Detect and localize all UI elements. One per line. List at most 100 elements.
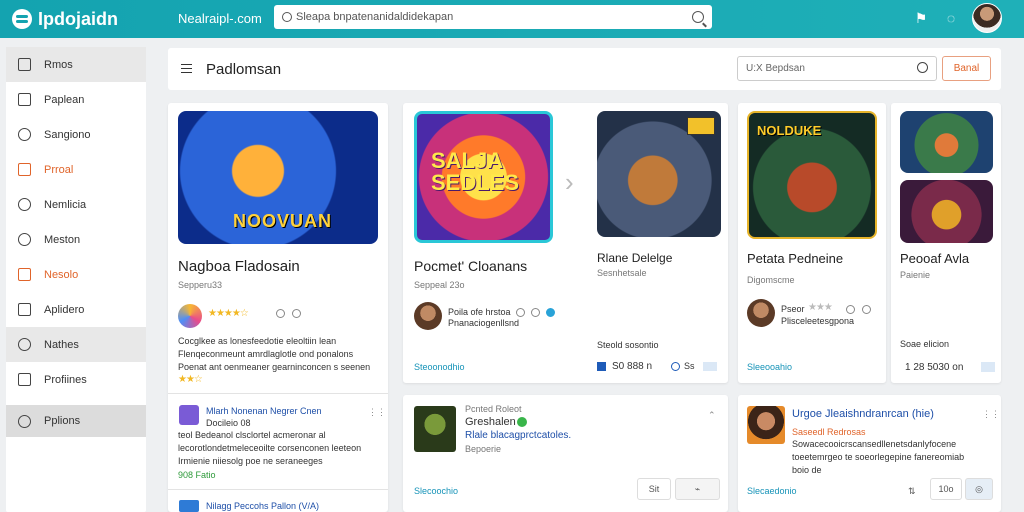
sidebar-item-profiines[interactable]: Profiines [6, 362, 146, 397]
game-card[interactable]: NOOVUAN Nagboa Fladosain Sepperu33 ★★★★☆… [168, 103, 388, 512]
sidebar-item-label: Pplions [44, 415, 81, 427]
info-icon[interactable] [671, 362, 680, 371]
info-icon[interactable] [846, 305, 855, 314]
card-description: Cocglkee as lonesfeedotie eleoltiin lean… [178, 336, 371, 372]
sidebar-item-label: Nathes [44, 338, 79, 351]
sidebar-item-nathes[interactable]: Nathes [6, 327, 146, 362]
list-app-icon [179, 500, 199, 512]
action-button[interactable]: Banal [942, 56, 991, 81]
sidebar-item-aplidero[interactable]: Aplidero [6, 292, 146, 327]
more-icon[interactable]: ⋮⋮ [368, 406, 386, 419]
card-title-2: Rlane Delelge [597, 251, 673, 265]
more-icon[interactable]: ⋮⋮ [982, 408, 1000, 421]
count-button[interactable]: 10o [930, 478, 962, 500]
sidebar-item-label: Nemlicia [44, 198, 87, 211]
link-icon[interactable] [703, 362, 717, 371]
sidebar-item-rmos[interactable]: Rmos [6, 47, 146, 82]
info-icon[interactable] [516, 308, 525, 317]
filter-placeholder: U:X Bepdsan [746, 63, 805, 74]
sidebar-item-label: Profiines [44, 373, 87, 386]
game-art[interactable] [900, 111, 993, 173]
game-card[interactable]: Pcnted Roleot Greshalen Rlale blacagprct… [403, 395, 728, 512]
clock-icon [18, 198, 31, 211]
card-title: Urgoe Jleaishndranrcan (hie) [792, 408, 934, 420]
publisher-avatar [747, 299, 775, 327]
circle-icon [18, 128, 31, 141]
search-icon[interactable] [692, 11, 704, 23]
chevron-up-icon[interactable]: ⌃ [708, 409, 716, 422]
game-art[interactable]: NOLDUKE [747, 111, 877, 239]
sidebar-item-meston[interactable]: Meston [6, 222, 146, 257]
card-subtitle: Sepperu33 [178, 280, 223, 290]
avatar[interactable] [972, 3, 1002, 33]
rating-stars: ★★★★☆ [208, 308, 249, 319]
file-icon [18, 373, 31, 386]
logo-icon [12, 9, 32, 29]
game-logo-text: NOLDUKE [757, 123, 822, 138]
card-description: Rlale blacagprctcatoles. [465, 430, 572, 441]
chat-icon [18, 338, 31, 351]
card-title: Petata Pedneine [747, 251, 844, 266]
sidebar-item-paplean[interactable]: Paplean [6, 82, 146, 117]
card-small-text: Soae elicion [900, 339, 950, 349]
status-icon[interactable] [546, 308, 555, 317]
game-art[interactable] [597, 111, 721, 237]
sidebar-item-label: Aplidero [44, 303, 85, 316]
app-logo[interactable]: Ipdojaidn [12, 7, 118, 31]
square-icon [18, 58, 31, 71]
chevron-right-icon[interactable]: › [565, 167, 574, 198]
game-card[interactable]: Urgoe Jleaishndranrcan (hie) ⋮⋮ Saseedl … [738, 395, 1001, 512]
price: S0 888 n [612, 361, 653, 372]
action-button[interactable]: ⌁ [675, 478, 720, 500]
card-link[interactable]: Slecaedonio [747, 486, 797, 496]
publisher-meta: Plisceleetesgpona [781, 316, 855, 326]
sidebar-item-prroal[interactable]: Prroal [6, 152, 146, 187]
mini-stars: ★★☆ [178, 374, 203, 385]
card-link[interactable]: Slecoochio [414, 486, 458, 496]
page-header: Padlomsan U:X Bepdsan Banal [168, 48, 1001, 90]
game-card[interactable]: SALJA SEDLES › Pocmet' Cloanans Seppeal 2… [403, 103, 728, 383]
notification-icon[interactable]: ⚑ [912, 9, 930, 27]
game-art[interactable]: NOOVUAN [178, 111, 378, 244]
sidebar-item-nemlicia[interactable]: Nemlicia [6, 187, 146, 222]
card-link[interactable]: Steoonodhio [414, 362, 465, 372]
list-description: teol Bedeanol clsclortel acmeronar al le… [178, 430, 362, 466]
search-icon[interactable] [917, 62, 928, 73]
search-input[interactable]: Sleapa bnpatenanidaldidekapan [296, 11, 692, 23]
filter-input[interactable]: U:X Bepdsan [737, 56, 937, 81]
card-link[interactable]: Sleeooahio [747, 362, 792, 372]
help-icon[interactable] [531, 308, 540, 317]
search-bar[interactable]: Sleapa bnpatenanidaldidekapan [274, 5, 712, 29]
game-card[interactable]: NOLDUKE Petata Pedneine Digomscme Pseor … [738, 103, 886, 383]
help-icon[interactable] [292, 309, 301, 318]
list-title[interactable]: Mlarh Nonenan Negrer Cnen [206, 406, 322, 416]
secondary-button[interactable]: Sit [637, 478, 671, 500]
help-icon[interactable] [862, 305, 871, 314]
publisher-avatar [414, 302, 442, 330]
game-art[interactable] [747, 406, 785, 444]
card-label: Pcnted Roleot [465, 404, 522, 414]
card-description: Sowacecooicrscansedllenetsdanlyfocene to… [792, 439, 965, 475]
sidebar-item-pplions[interactable]: Pplions [6, 405, 146, 437]
sidebar-item-label: Meston [44, 233, 81, 246]
list-title[interactable]: Nilagg Peccohs Pallon (V/A) [206, 501, 319, 511]
list-icon [18, 93, 31, 106]
menu-icon[interactable] [181, 64, 192, 73]
game-art[interactable]: SALJA SEDLES [414, 111, 553, 243]
sidebar-item-sangiono[interactable]: Sangiono [6, 117, 146, 152]
app-subtitle: Nealraipl-.com [178, 11, 262, 26]
settings-icon[interactable]: ◎ [965, 478, 993, 500]
game-art[interactable] [414, 406, 456, 452]
sidebar-item-nesolo[interactable]: Nesolo [6, 257, 146, 292]
sidebar-item-label: Nesolo [44, 268, 79, 281]
game-card[interactable]: Peooaf Avla Paienie Soae elicion 1 28 50… [891, 103, 1001, 383]
info-icon[interactable] [276, 309, 285, 318]
game-art[interactable] [900, 180, 993, 243]
link-icon[interactable] [981, 362, 995, 372]
card-title: Pocmet' Cloanans [414, 258, 528, 274]
calendar-icon [18, 268, 31, 281]
share-icon[interactable]: ⇅ [908, 485, 916, 498]
chat-icon[interactable]: ◌ [942, 9, 960, 27]
sidebar-item-label: Paplean [44, 93, 85, 106]
publisher-meta: Pnanaciogenllsnd [448, 318, 520, 328]
